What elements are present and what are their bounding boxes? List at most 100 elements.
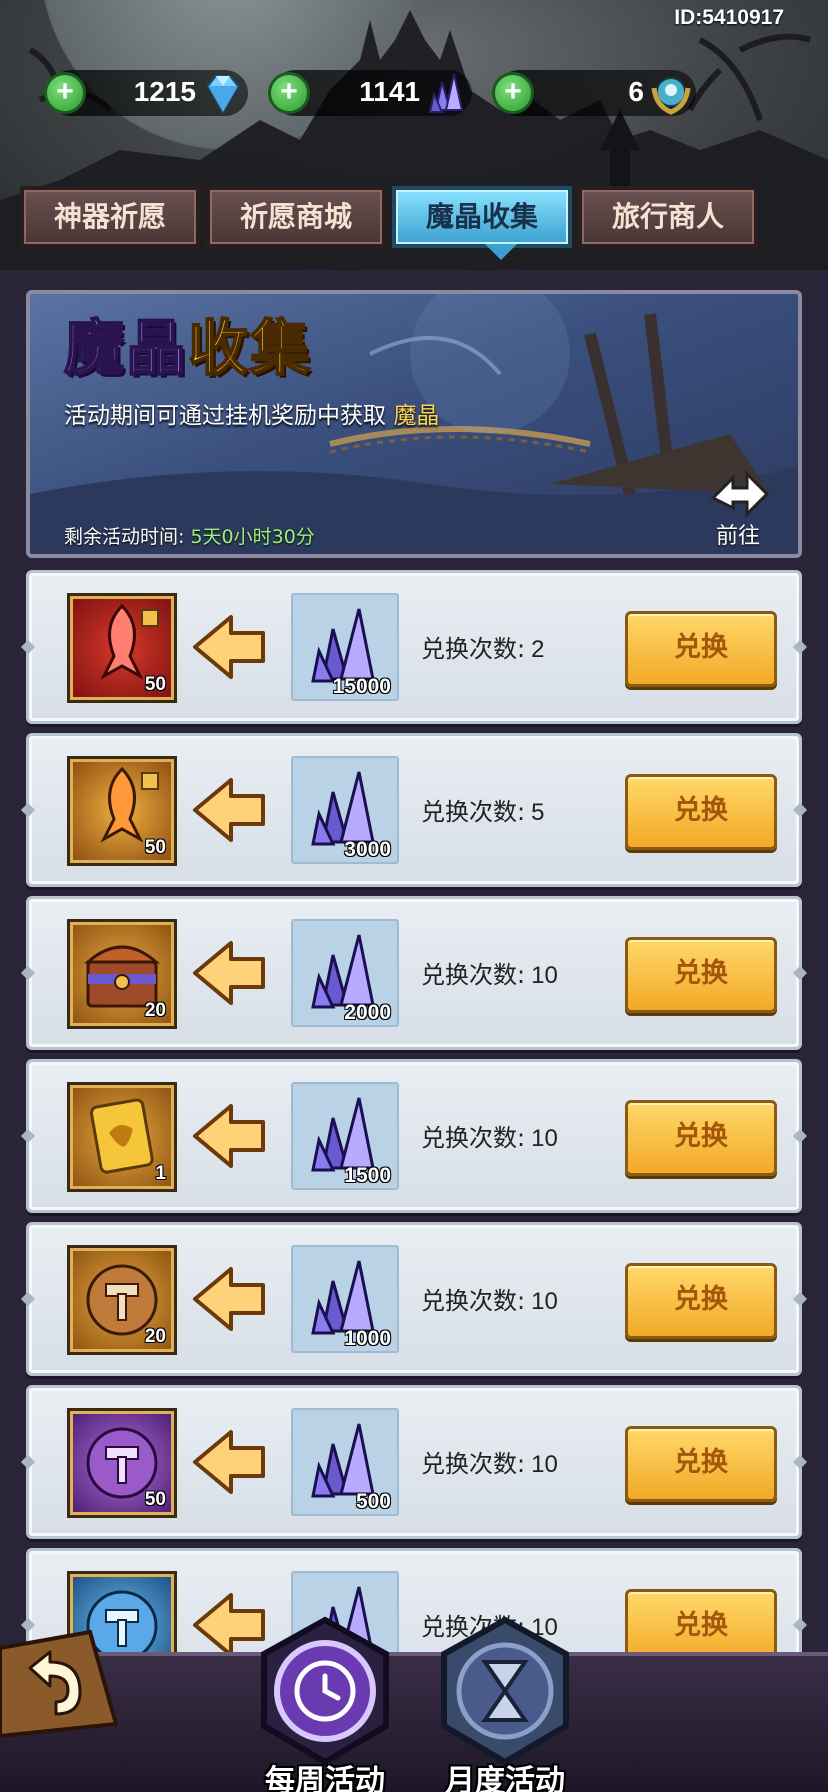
cost-qty: 15000: [332, 675, 391, 698]
exchange-row: 20 1000 兑换次数: 10 兑换: [26, 1222, 802, 1376]
tab-artifact-wish[interactable]: 神器祈愿: [20, 186, 200, 248]
cost-item: 1000: [291, 1245, 399, 1353]
cost-qty: 500: [355, 1490, 391, 1513]
exchange-times: 兑换次数: 10: [421, 1118, 558, 1153]
exchange-times-label: 兑换次数:: [421, 1450, 526, 1478]
exchange-arrow-icon: [193, 1104, 265, 1168]
exchange-arrow-icon: [193, 1430, 265, 1494]
exchange-times-label: 兑换次数:: [421, 798, 526, 826]
currency-magic-crystal: + 1141: [268, 70, 472, 116]
add-badge-button[interactable]: +: [492, 72, 534, 114]
exchange-row: 20 2000 兑换次数: 10 兑换: [26, 896, 802, 1050]
exchange-times-value: 10: [531, 1451, 558, 1478]
exchange-button[interactable]: 兑换: [625, 774, 777, 850]
exchange-arrow-icon: [193, 778, 265, 842]
reward-qty: 1: [155, 1163, 166, 1184]
tab-wish-shop[interactable]: 祈愿商城: [206, 186, 386, 248]
cost-item: 1500: [291, 1082, 399, 1190]
goto-button[interactable]: 前往: [698, 464, 778, 549]
remaining-time: 剩余活动时间: 5天0小时30分: [64, 522, 315, 549]
banner-desc-highlight: 魔晶: [393, 403, 440, 429]
add-crystal-button[interactable]: +: [268, 72, 310, 114]
exchange-times-value: 5: [531, 799, 545, 826]
exchange-times: 兑换次数: 2: [421, 629, 544, 664]
exchange-button[interactable]: 兑换: [625, 937, 777, 1013]
diamond-amount: 1215: [133, 76, 196, 107]
exchange-button[interactable]: 兑换: [625, 611, 777, 687]
cost-item: 3000: [291, 756, 399, 864]
tab-crystal-collect[interactable]: 魔晶收集: [392, 186, 572, 248]
exchange-row: 50 500 兑换次数: 10 兑换: [26, 1385, 802, 1539]
active-tab-pointer: [485, 244, 517, 260]
nav-weekly-label: 每周活动: [265, 1764, 385, 1792]
exchange-button[interactable]: 兑换: [625, 1426, 777, 1502]
goto-arrow-icon: [710, 470, 770, 518]
cost-qty: 3000: [344, 838, 391, 861]
exchange-times-label: 兑换次数:: [421, 1287, 526, 1315]
exchange-row: 1 1500 兑换次数: 10 兑换: [26, 1059, 802, 1213]
reward-item[interactable]: 50: [67, 756, 177, 866]
cost-item: 2000: [291, 919, 399, 1027]
banner-title-part1: 魔晶: [63, 313, 188, 385]
banner-desc-text: 活动期间可通过挂机奖励中获取: [64, 403, 386, 429]
banner-description: 活动期间可通过挂机奖励中获取 魔晶: [64, 396, 439, 430]
nav-monthly-label: 月度活动: [445, 1764, 565, 1792]
event-banner: 魔晶收集 活动期间可通过挂机奖励中获取 魔晶 剩余活动时间: 5天0小时30分 …: [26, 290, 802, 558]
diamond-icon: [206, 75, 240, 115]
reward-qty: 20: [144, 1000, 166, 1021]
exchange-times-value: 10: [531, 962, 558, 989]
currency-badge: + 6: [492, 70, 696, 116]
exchange-times-label: 兑换次数:: [421, 1124, 526, 1152]
crystal-amount: 1141: [359, 76, 420, 107]
exchange-times: 兑换次数: 10: [421, 955, 558, 990]
exchange-button[interactable]: 兑换: [625, 1263, 777, 1339]
exchange-arrow-icon: [193, 941, 265, 1005]
reward-item[interactable]: 50: [67, 593, 177, 703]
back-arrow-icon: [0, 1629, 119, 1739]
reward-qty: 20: [144, 1326, 166, 1347]
remaining-time-value: 5天0小时30分: [190, 526, 315, 548]
reward-item[interactable]: 20: [67, 1245, 177, 1355]
exchange-times: 兑换次数: 10: [421, 1281, 558, 1316]
exchange-times-label: 兑换次数:: [421, 961, 526, 989]
cost-qty: 2000: [344, 1001, 391, 1024]
exchange-times-label: 兑换次数:: [421, 635, 526, 663]
hourglass-emblem-icon: [441, 1616, 569, 1766]
cost-qty: 1500: [344, 1164, 391, 1187]
exchange-times-value: 10: [531, 1125, 558, 1152]
exchange-arrow-icon: [193, 1267, 265, 1331]
back-button[interactable]: [0, 1628, 119, 1739]
exchange-times: 兑换次数: 5: [421, 792, 544, 827]
badge-amount: 6: [628, 76, 644, 107]
player-id: ID:5410917: [674, 6, 784, 29]
cost-qty: 1000: [344, 1327, 391, 1350]
exchange-row: 50 3000 兑换次数: 5 兑换: [26, 733, 802, 887]
remaining-time-label: 剩余活动时间:: [64, 526, 185, 548]
reward-qty: 50: [144, 1489, 166, 1510]
reward-item[interactable]: 50: [67, 1408, 177, 1518]
nav-weekly-events[interactable]: 每周活动: [250, 1616, 400, 1792]
exchange-times-value: 2: [531, 636, 545, 663]
goto-label: 前往: [715, 524, 760, 549]
reward-item[interactable]: 1: [67, 1082, 177, 1192]
exchange-arrow-icon: [193, 615, 265, 679]
reward-qty: 50: [144, 837, 166, 858]
exchange-row: 50 15000 兑换次数: 2 兑换: [26, 570, 802, 724]
add-diamond-button[interactable]: +: [44, 72, 86, 114]
exchange-button[interactable]: 兑换: [625, 1100, 777, 1176]
tab-travel-merchant[interactable]: 旅行商人: [578, 186, 758, 248]
banner-title: 魔晶收集: [63, 300, 312, 387]
reward-item[interactable]: 20: [67, 919, 177, 1029]
tab-bar: 神器祈愿 祈愿商城 魔晶收集 旅行商人: [20, 186, 762, 260]
reward-qty: 50: [144, 674, 166, 695]
cost-item: 15000: [291, 593, 399, 701]
bottom-nav-bar: [0, 1652, 828, 1792]
magic-crystal-icon: [428, 73, 464, 113]
exchange-times: 兑换次数: 10: [421, 1444, 558, 1479]
exchange-times-value: 10: [531, 1288, 558, 1315]
cost-item: 500: [291, 1408, 399, 1516]
currency-diamond: + 1215: [44, 70, 248, 116]
laurel-badge-icon: [651, 77, 691, 115]
clock-emblem-icon: [261, 1616, 389, 1766]
nav-monthly-events[interactable]: 月度活动: [430, 1616, 580, 1792]
